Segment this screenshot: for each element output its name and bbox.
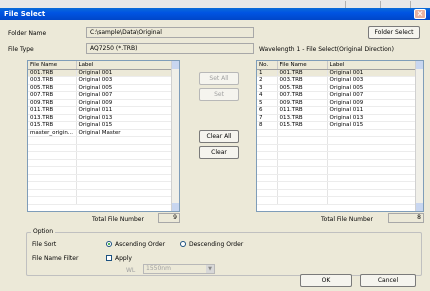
empty-row <box>28 189 174 197</box>
apply-label[interactable]: Apply <box>115 255 132 262</box>
wavelength-file-select-header: Wavelength 1 - File Select(Original Dire… <box>259 46 394 53</box>
source-file-list[interactable]: File Name Label 001.TRB Original 001 003.… <box>27 60 180 212</box>
table-row[interactable]: 1 001.TRB Original 001 <box>257 69 418 77</box>
empty-row <box>28 151 174 160</box>
file-type-label: File Type <box>8 46 34 53</box>
cancel-button[interactable]: Cancel <box>360 274 416 287</box>
vertical-scrollbar[interactable] <box>171 61 179 211</box>
file-sort-label: File Sort <box>32 241 57 248</box>
empty-row <box>257 129 418 137</box>
left-total-value: 9 <box>158 213 180 223</box>
selected-file-list[interactable]: No. File Name Label 1 001.TRB Original 001… <box>256 60 424 212</box>
empty-row <box>257 136 418 145</box>
column-header-no[interactable]: No. <box>257 61 278 70</box>
column-header-file-name[interactable]: File Name <box>28 61 77 70</box>
empty-row <box>257 166 418 175</box>
wl-label: WL <box>126 267 136 274</box>
file-name-filter-label: File Name Filter <box>32 255 79 262</box>
set-button[interactable]: Set <box>199 88 239 101</box>
empty-row <box>28 136 174 145</box>
wavelength-select[interactable]: 1550nm ▼ <box>143 264 215 274</box>
table-row[interactable]: 009.TRB Original 009 <box>28 99 174 107</box>
ok-button[interactable]: OK <box>300 274 352 287</box>
right-total-label: Total File Number <box>321 216 373 223</box>
empty-row <box>257 189 418 197</box>
descending-order-label[interactable]: Descending Order <box>189 241 243 248</box>
file-type-field: AQ7250 (*.TRB) <box>86 43 254 54</box>
table-row[interactable]: 3 005.TRB Original 005 <box>257 84 418 92</box>
empty-row <box>28 159 174 167</box>
table-row[interactable]: 5 009.TRB Original 009 <box>257 99 418 107</box>
empty-row <box>28 174 174 182</box>
table-row[interactable]: 4 007.TRB Original 007 <box>257 91 418 100</box>
file-select-dialog: File Select × Folder Name C:\sample\Data… <box>0 8 430 291</box>
left-total-label: Total File Number <box>92 216 144 223</box>
table-row[interactable]: master_origin... Original Master <box>28 129 174 137</box>
close-icon[interactable]: × <box>414 9 426 19</box>
table-row[interactable]: 013.TRB Original 013 <box>28 114 174 122</box>
scroll-up-icon[interactable] <box>416 61 423 69</box>
empty-row <box>257 196 418 205</box>
table-row[interactable]: 6 011.TRB Original 011 <box>257 106 418 115</box>
window-title: File Select <box>4 10 46 18</box>
table-row[interactable]: 003.TRB Original 003 <box>28 76 174 85</box>
folder-name-label: Folder Name <box>8 30 47 37</box>
empty-row <box>28 181 174 190</box>
empty-row <box>257 151 418 160</box>
empty-row <box>28 196 174 205</box>
empty-row <box>28 144 174 152</box>
vertical-scrollbar[interactable] <box>415 61 423 211</box>
apply-checkbox[interactable] <box>106 255 112 261</box>
descending-radio[interactable] <box>180 241 186 247</box>
option-group-title: Option <box>31 228 56 235</box>
table-row[interactable]: 2 003.TRB Original 003 <box>257 76 418 85</box>
table-row[interactable]: 8 015.TRB Original 015 <box>257 121 418 130</box>
option-group <box>26 232 422 276</box>
ascending-radio[interactable] <box>106 241 112 247</box>
folder-path-field: C:\sample\Data\Original <box>86 27 254 38</box>
scroll-down-icon[interactable] <box>416 203 423 211</box>
table-row[interactable]: 005.TRB Original 005 <box>28 84 174 92</box>
column-header-file-name[interactable]: File Name <box>277 61 328 70</box>
column-header-label[interactable]: Label <box>76 61 174 70</box>
table-row[interactable]: 015.TRB Original 015 <box>28 121 174 130</box>
chevron-down-icon: ▼ <box>206 265 214 273</box>
table-row[interactable]: 001.TRB Original 001 <box>28 69 174 77</box>
table-row[interactable]: 7 013.TRB Original 013 <box>257 114 418 122</box>
empty-row <box>257 144 418 152</box>
folder-select-button[interactable]: Folder Select <box>368 26 420 39</box>
table-row[interactable]: 011.TRB Original 011 <box>28 106 174 115</box>
ascending-order-label[interactable]: Ascending Order <box>115 241 165 248</box>
clear-button[interactable]: Clear <box>199 146 239 159</box>
column-header-label[interactable]: Label <box>327 61 418 70</box>
clear-all-button[interactable]: Clear All <box>199 130 239 143</box>
empty-row <box>28 166 174 175</box>
set-all-button[interactable]: Set All <box>199 72 239 85</box>
empty-row <box>257 159 418 167</box>
wavelength-select-value: 1550nm <box>146 265 171 272</box>
empty-row <box>257 174 418 182</box>
empty-row <box>257 181 418 190</box>
title-bar[interactable]: File Select × <box>0 8 430 20</box>
scroll-down-icon[interactable] <box>172 203 179 211</box>
right-total-value: 8 <box>388 213 424 223</box>
table-row[interactable]: 007.TRB Original 007 <box>28 91 174 100</box>
scroll-up-icon[interactable] <box>172 61 179 69</box>
